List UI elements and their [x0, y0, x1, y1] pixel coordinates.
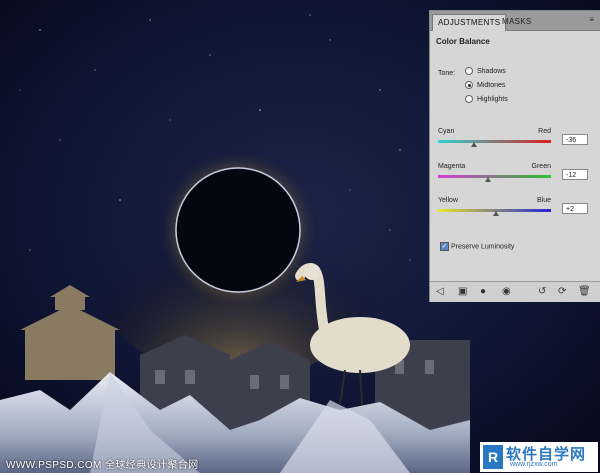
- slider-right-label: Blue: [536, 197, 551, 204]
- tab-adjustments[interactable]: ADJUSTMENTS: [432, 14, 507, 31]
- slider-thumb[interactable]: [492, 211, 499, 216]
- value-field[interactable]: -12: [562, 169, 588, 180]
- tone-label: Tone:: [438, 70, 456, 77]
- radio-midtones[interactable]: Midtones: [465, 80, 505, 92]
- radio-label: Highlights: [477, 96, 508, 103]
- radio-button[interactable]: [465, 81, 473, 90]
- tab-masks[interactable]: MASKS: [497, 14, 537, 30]
- slider-thumb[interactable]: [471, 142, 478, 147]
- value-field[interactable]: -36: [562, 134, 588, 145]
- clip-layer-icon[interactable]: ▣: [458, 286, 467, 298]
- slider-track[interactable]: [438, 175, 551, 178]
- preserve-luminosity-label: Preserve Luminosity: [451, 243, 515, 251]
- slider-yellow-blue: Yellow Blue +2: [438, 197, 596, 216]
- slider-left-label: Cyan: [438, 128, 455, 135]
- panel-footer: ◁ ▣ ● ◉ ↺ ⟳ 🗑: [430, 281, 600, 302]
- value-field[interactable]: +2: [562, 203, 588, 214]
- slider-track[interactable]: [438, 140, 551, 143]
- back-arrow-icon[interactable]: ◁: [436, 286, 444, 298]
- site-watermark: WWW.PSPSD.COM 全球经典设计聚合网: [6, 460, 199, 471]
- preserve-luminosity-row[interactable]: ✓ Preserve Luminosity: [440, 242, 514, 251]
- delete-icon[interactable]: 🗑: [578, 286, 591, 298]
- slider-cyan-red: Cyan Red -36: [438, 128, 596, 147]
- reset-icon[interactable]: ↺: [538, 286, 546, 298]
- slider-right-label: Green: [531, 163, 551, 170]
- radio-button[interactable]: [465, 95, 473, 104]
- slider-right-label: Red: [538, 128, 551, 135]
- refresh-icon[interactable]: ⟳: [558, 286, 566, 298]
- adjustments-panel: ADJUSTMENTS MASKS ≡ Color Balance Tone: …: [429, 10, 600, 302]
- brand-url: www.rjzxw.com: [510, 461, 558, 468]
- brand-watermark: R 软件自学网 www.rjzxw.com: [480, 442, 598, 472]
- radio-shadows[interactable]: Shadows: [465, 66, 506, 78]
- panel-title: Color Balance: [436, 37, 490, 46]
- radio-highlights[interactable]: Highlights: [465, 94, 508, 106]
- panel-tab-bar: ADJUSTMENTS MASKS ≡: [430, 11, 600, 31]
- panel-menu-icon[interactable]: ≡: [589, 15, 594, 24]
- slider-magenta-green: Magenta Green -12: [438, 163, 596, 182]
- slider-thumb[interactable]: [484, 177, 491, 182]
- slider-left-label: Magenta: [438, 163, 466, 170]
- brand-logo-icon: R: [483, 445, 503, 469]
- slider-left-label: Yellow: [438, 197, 458, 204]
- view-previous-icon[interactable]: ◉: [502, 286, 511, 298]
- radio-label: Shadows: [477, 68, 506, 75]
- radio-button[interactable]: [465, 67, 473, 76]
- radio-label: Midtones: [477, 82, 506, 89]
- preserve-luminosity-checkbox[interactable]: ✓: [440, 242, 449, 251]
- visibility-eye-icon[interactable]: ●: [480, 286, 486, 298]
